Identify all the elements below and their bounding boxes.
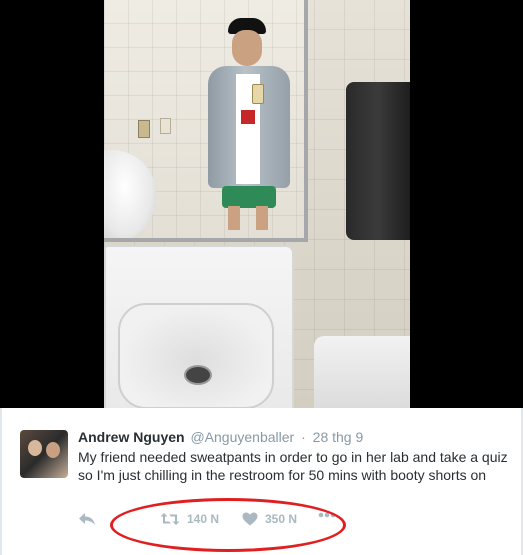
reply-icon <box>78 512 96 526</box>
more-dots-icon <box>318 512 336 518</box>
person-leg-right <box>256 206 268 230</box>
bathroom-mirror <box>104 0 308 242</box>
reply-button[interactable] <box>78 512 96 526</box>
person-leg-left <box>228 206 240 230</box>
retweet-icon <box>160 512 180 526</box>
tweet-body: Andrew Nguyen @Anguyenballer · 28 thg 9 … <box>78 428 508 484</box>
person-shorts <box>222 186 276 208</box>
bathroom-sink <box>104 245 294 408</box>
tweet-header: Andrew Nguyen @Anguyenballer · 28 thg 9 <box>78 428 508 446</box>
person-phone <box>252 84 264 104</box>
paper-towel-dispenser <box>346 82 410 240</box>
heart-icon <box>242 512 258 526</box>
sink-drain <box>184 365 212 385</box>
retweet-count: 140 N <box>187 512 220 526</box>
tweet-date[interactable]: 28 thg 9 <box>313 429 364 445</box>
tweet-text: My friend needed sweatpants in order to … <box>78 449 508 483</box>
header-separator: · <box>301 429 306 445</box>
display-name[interactable]: Andrew Nguyen <box>78 429 185 445</box>
tweet-photo[interactable] <box>104 0 410 408</box>
wall-outlet <box>160 118 171 134</box>
person-head <box>232 30 262 66</box>
sink-basin <box>118 303 274 408</box>
retweet-button[interactable]: 140 N <box>160 512 219 526</box>
avatar[interactable] <box>20 430 68 478</box>
trash-bin <box>314 336 410 408</box>
tweet-actions: 140 N 350 N <box>78 512 378 532</box>
like-button[interactable]: 350 N <box>242 512 297 526</box>
more-options-button[interactable] <box>318 512 336 518</box>
like-count: 350 N <box>265 512 298 526</box>
tweet-card: Andrew Nguyen @Anguyenballer · 28 thg 9 … <box>0 408 523 555</box>
user-handle[interactable]: @Anguyenballer <box>190 429 294 445</box>
light-switch <box>138 120 150 138</box>
tweet-photo-frame <box>0 0 523 408</box>
